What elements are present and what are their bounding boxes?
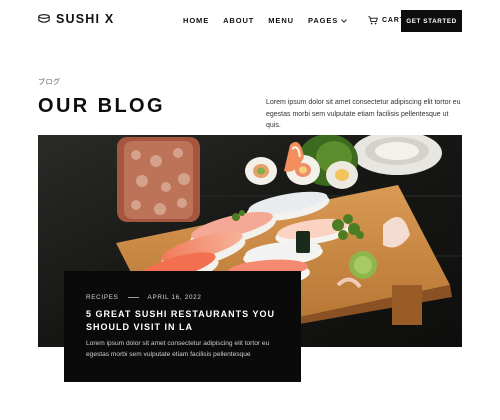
page-title: OUR BLOG <box>38 95 165 117</box>
page-eyebrow: ブログ <box>38 79 61 86</box>
sushi-bowl-icon <box>38 14 50 23</box>
post-excerpt: Lorem ipsum dolor sit amet consectetur a… <box>86 340 270 358</box>
featured-post-card[interactable]: RECIPES APRIL 16, 2022 5 GREAT SUSHI RES… <box>64 271 301 382</box>
main-nav: HOME ABOUT MENU PAGES <box>183 16 347 25</box>
meta-divider <box>127 297 139 298</box>
nav-item-about[interactable]: ABOUT <box>223 16 254 25</box>
nav-item-menu[interactable]: MENU <box>268 16 294 25</box>
brand-name: SUSHI X <box>56 12 115 26</box>
post-meta: RECIPES APRIL 16, 2022 <box>86 294 202 301</box>
cart-link[interactable]: CART <box>368 16 405 25</box>
nav-item-pages-label: PAGES <box>307 16 339 25</box>
page-intro: Lorem ipsum dolor sit amet consectetur a… <box>266 99 461 129</box>
post-date: APRIL 16, 2022 <box>147 294 202 301</box>
nav-item-home[interactable]: HOME <box>183 16 209 25</box>
nav-item-pages[interactable]: PAGES <box>308 16 347 25</box>
post-title[interactable]: 5 GREAT SUSHI RESTAURANTS YOU SHOULD VIS… <box>86 308 276 334</box>
chevron-down-icon <box>341 18 347 23</box>
post-category[interactable]: RECIPES <box>86 294 119 301</box>
cart-icon <box>368 16 378 25</box>
brand-logo[interactable]: SUSHI X <box>38 12 114 26</box>
site-header: SUSHI X HOME ABOUT MENU PAGES CART GET S… <box>0 0 500 42</box>
get-started-button[interactable]: GET STARTED <box>401 10 462 32</box>
